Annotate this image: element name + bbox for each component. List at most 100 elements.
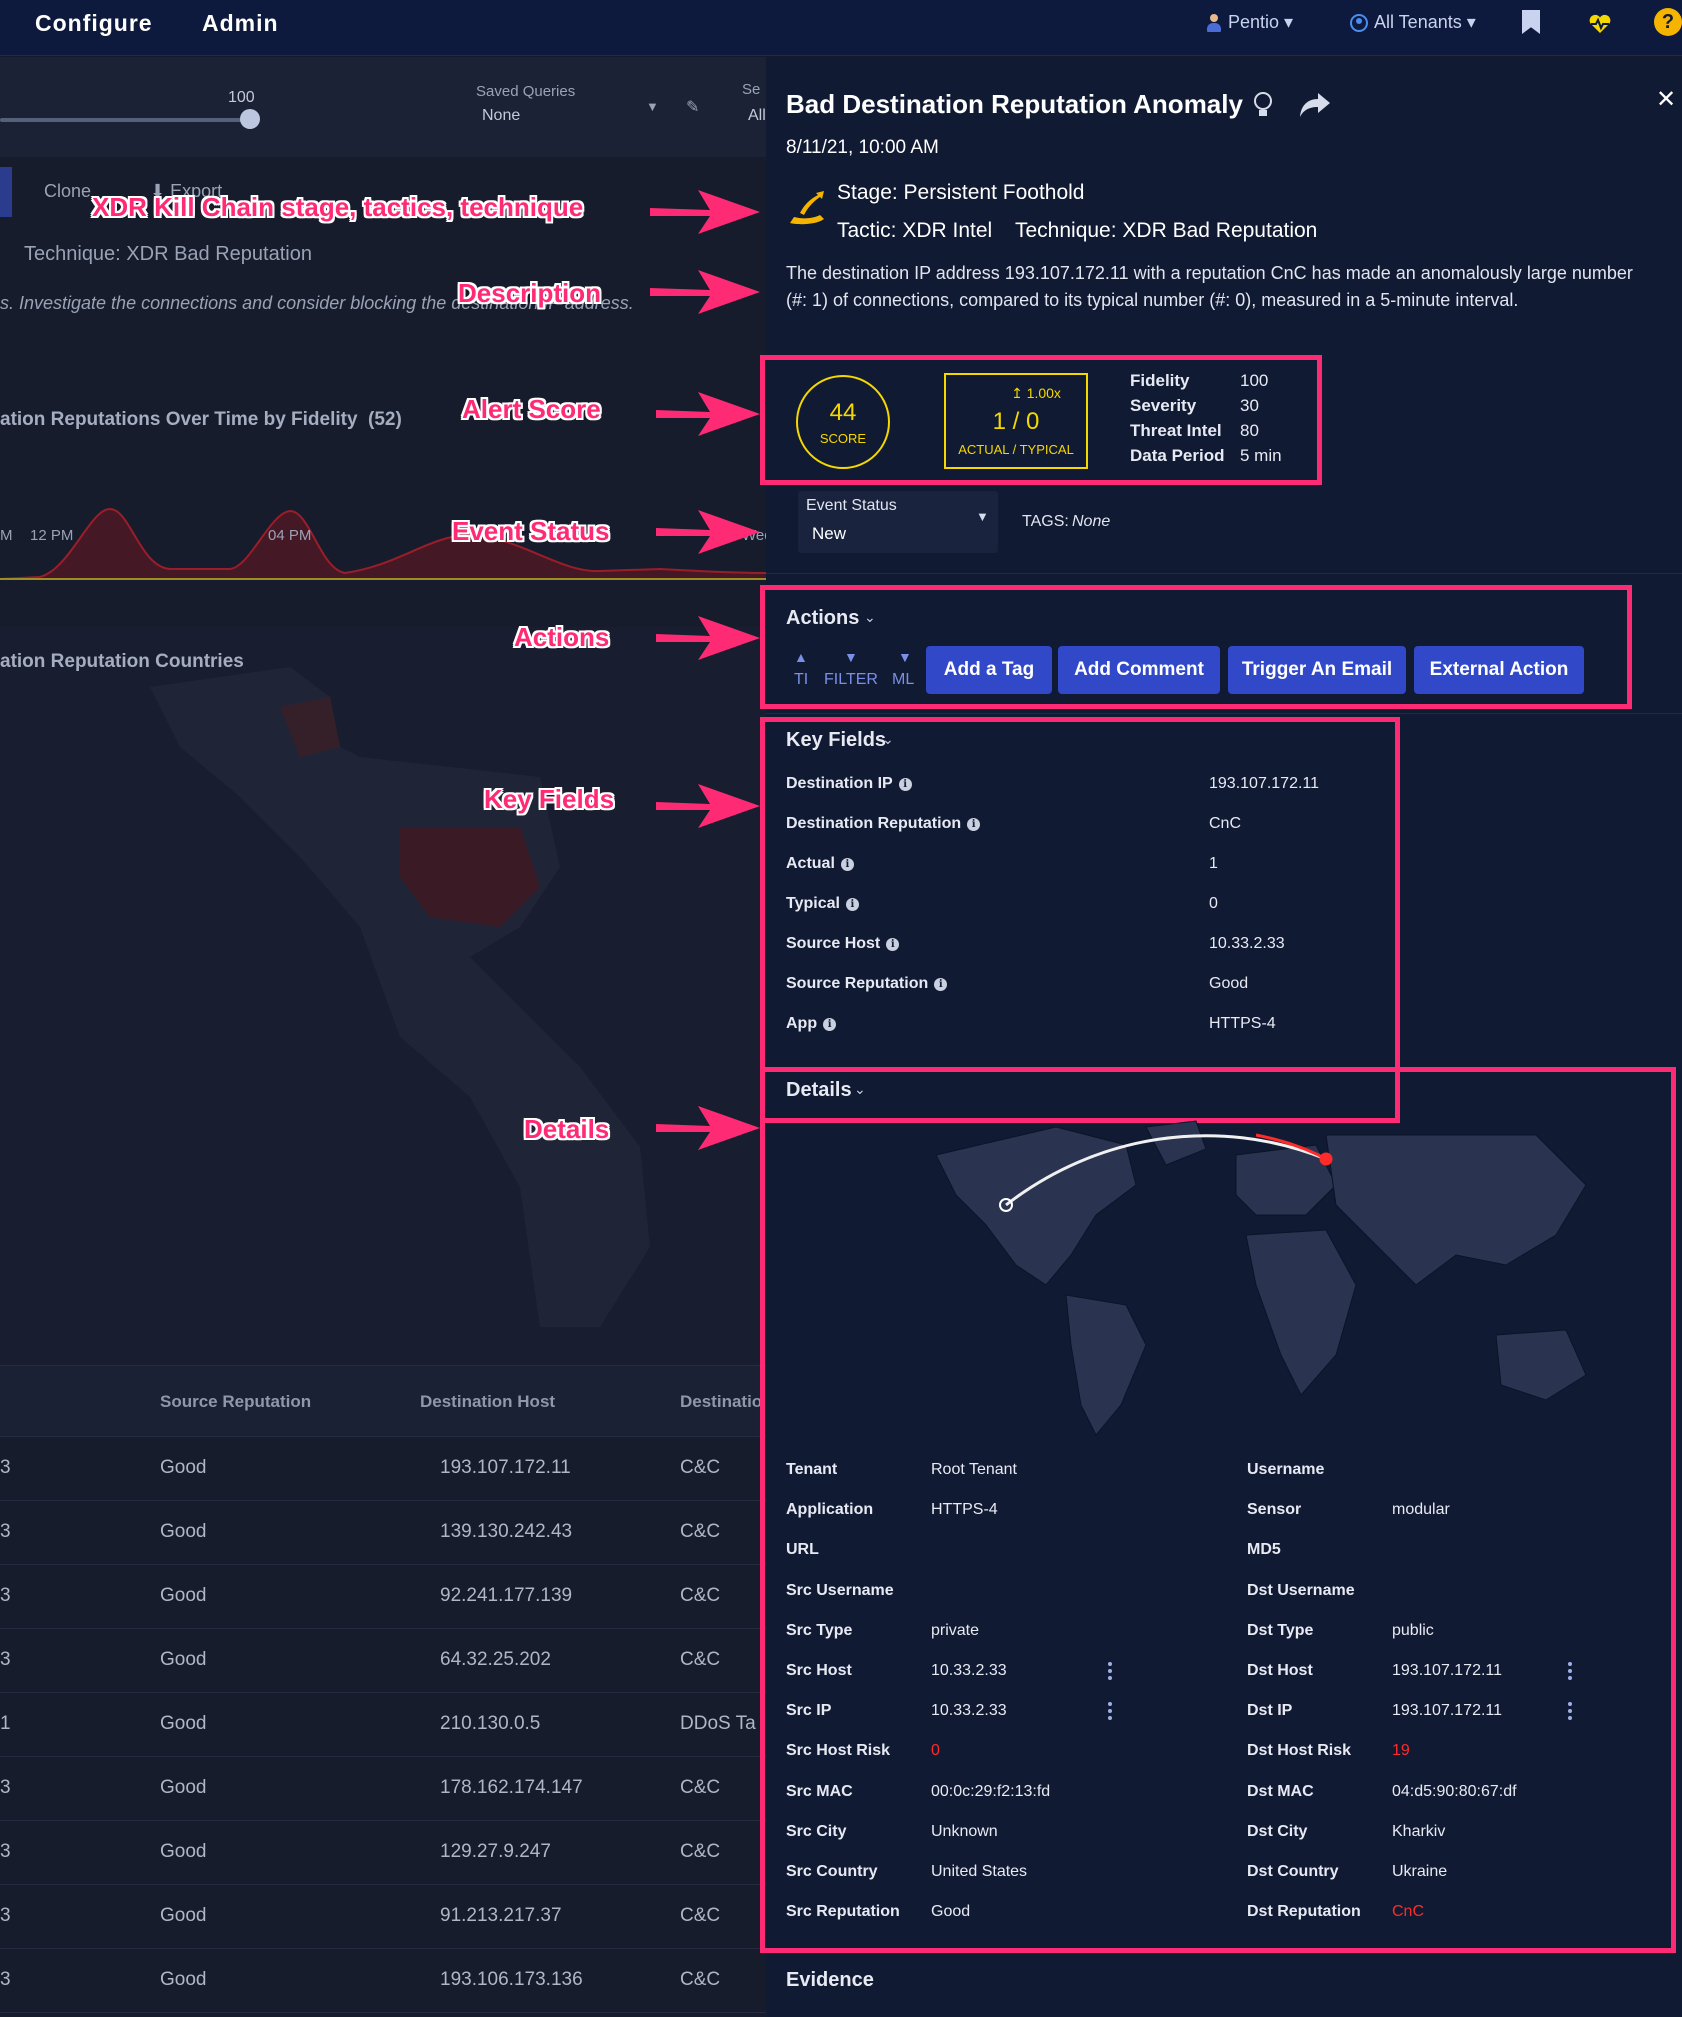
kill-chain-stage: Stage: Persistent Foothold xyxy=(837,181,1085,204)
nav-admin[interactable]: Admin xyxy=(202,10,279,37)
key-field-value: 193.107.172.11 xyxy=(1209,775,1320,792)
table-cell: 3 xyxy=(0,1521,11,1542)
tenant-menu-label: All Tenants ▾ xyxy=(1374,12,1476,32)
table-row[interactable]: 3 Good 139.130.242.43 C&C xyxy=(0,1501,766,1565)
key-field-label: Typical i xyxy=(786,895,859,913)
nav-configure[interactable]: Configure xyxy=(35,10,153,37)
saved-queries-select[interactable]: Saved Queries None ▼ xyxy=(466,77,666,157)
key-field-value: 0 xyxy=(1209,895,1218,912)
info-icon[interactable]: i xyxy=(934,978,948,991)
table-cell: 3 xyxy=(0,1905,11,1926)
chevron-down-icon[interactable]: ⌄ xyxy=(854,1081,866,1098)
edit-icon[interactable]: ✎ xyxy=(686,97,699,117)
key-fields-header[interactable]: Key Fields xyxy=(786,729,886,752)
actions-header[interactable]: Actions xyxy=(786,607,859,630)
details-header[interactable]: Details xyxy=(786,1079,852,1102)
table-row[interactable]: 3 Good 193.107.172.11 C&C xyxy=(0,1437,766,1501)
table-row[interactable]: 3 Good 129.27.9.247 C&C xyxy=(0,1821,766,1885)
tick-label: 12 PM xyxy=(30,527,74,544)
chevron-down-icon[interactable]: ⌄ xyxy=(864,609,876,626)
fidelity-slider-handle[interactable] xyxy=(240,109,260,129)
chevron-down-icon: ▼ xyxy=(646,99,659,114)
trigger-email-button[interactable]: Trigger An Email xyxy=(1228,646,1406,694)
table-row[interactable]: 3 Good 193.106.173.136 C&C xyxy=(0,1949,766,2013)
info-icon[interactable]: i xyxy=(898,778,912,791)
table-row[interactable]: 3 Good 92.241.177.139 C&C xyxy=(0,1565,766,1629)
alert-score-circle: 44 SCORE xyxy=(796,375,890,469)
key-field-label: App i xyxy=(786,1015,837,1033)
connection-world-map xyxy=(935,1120,1587,1436)
ml-action[interactable]: ML xyxy=(892,671,914,689)
chart-count: (52) xyxy=(368,409,402,430)
bookmark-icon[interactable] xyxy=(1522,10,1540,34)
info-icon[interactable]: i xyxy=(967,818,981,831)
column-header[interactable]: Source Reputation xyxy=(160,1392,311,1412)
table-row[interactable]: 3 Good 178.162.174.147 C&C xyxy=(0,1757,766,1821)
more-options-icon[interactable] xyxy=(1568,1662,1572,1680)
south-america xyxy=(1065,1294,1147,1436)
table-row[interactable]: 3 Good 91.213.217.37 C&C xyxy=(0,1885,766,1949)
detail-value: 0 xyxy=(931,1742,940,1760)
event-status-select[interactable]: Event Status New ▼ xyxy=(798,491,998,553)
clone-button[interactable]: Clone xyxy=(44,181,91,202)
table-cell: Good xyxy=(160,1585,207,1606)
detail-label: Src Host xyxy=(786,1662,852,1679)
external-action-button[interactable]: External Action xyxy=(1414,646,1584,694)
detail-value: Root Tenant xyxy=(931,1461,1017,1478)
info-icon[interactable]: i xyxy=(886,938,900,951)
event-status-label: Event Status xyxy=(806,497,897,514)
tenant-menu[interactable]: All Tenants ▾ xyxy=(1350,12,1476,33)
metric-label: Fidelity xyxy=(1130,371,1190,390)
primary-button-edge[interactable] xyxy=(0,167,12,217)
add-tag-button[interactable]: Add a Tag xyxy=(926,646,1052,694)
metric-label: Data Period xyxy=(1130,446,1225,465)
chart-title: ation Reputations Over Time by Fidelity xyxy=(0,409,358,430)
info-icon[interactable]: i xyxy=(823,1018,837,1031)
detail-value: HTTPS-4 xyxy=(931,1501,998,1519)
alert-score-label: SCORE xyxy=(819,431,867,446)
table-cell: 1 xyxy=(0,1713,11,1734)
key-field-label-text: Typical xyxy=(786,895,840,912)
ratio-label: ACTUAL / TYPICAL xyxy=(958,442,1074,457)
help-icon[interactable]: ? xyxy=(1654,8,1682,36)
share-icon[interactable] xyxy=(1298,91,1332,119)
table-cell: 3 xyxy=(0,1777,11,1798)
thumbs-up-icon[interactable]: ▲ xyxy=(794,649,808,665)
key-field-label-text: Destination Reputation xyxy=(786,815,962,832)
detail-label: Src MAC xyxy=(786,1782,853,1800)
lightbulb-icon[interactable] xyxy=(1252,91,1274,121)
health-heart-icon[interactable] xyxy=(1588,14,1612,34)
info-icon[interactable]: i xyxy=(845,898,859,911)
fidelity-slider-track[interactable] xyxy=(0,118,252,122)
ti-action[interactable]: TI xyxy=(794,671,808,689)
info-icon[interactable]: i xyxy=(840,858,854,871)
user-menu[interactable]: Pentio ▾ xyxy=(1206,12,1293,33)
annotation-actions: Actions xyxy=(514,622,610,652)
kill-chain-tactic: Tactic: XDR Intel xyxy=(837,219,993,242)
chevron-down-icon[interactable]: ⌄ xyxy=(882,731,894,748)
slider-value: 100 xyxy=(228,89,255,106)
add-comment-button[interactable]: Add Comment xyxy=(1058,646,1220,694)
select-value[interactable]: All xyxy=(748,107,766,125)
table-cell: C&C xyxy=(680,1457,721,1478)
technique-label: Technique: XDR Bad Reputation xyxy=(24,243,312,265)
close-icon[interactable]: ✕ xyxy=(1656,85,1676,114)
table-cell: C&C xyxy=(680,1905,721,1926)
more-options-icon[interactable] xyxy=(1108,1662,1112,1680)
more-options-icon[interactable] xyxy=(1108,1702,1112,1721)
table-cell: DDoS Ta xyxy=(680,1713,756,1734)
key-field-label-text: Source Host xyxy=(786,935,881,952)
evidence-header[interactable]: Evidence xyxy=(786,1969,874,1992)
filter-action[interactable]: FILTER xyxy=(824,671,878,689)
ratio-value: 1 / 0 xyxy=(992,408,1040,435)
table-row[interactable]: 1 Good 210.130.0.5 DDoS Ta xyxy=(0,1693,766,1757)
table-cell: 64.32.25.202 xyxy=(440,1649,551,1670)
column-header[interactable]: Destinatio xyxy=(680,1392,762,1412)
more-options-icon[interactable] xyxy=(1568,1702,1572,1721)
tick-label: 04 PM xyxy=(268,527,312,544)
table-row[interactable]: 3 Good 64.32.25.202 C&C xyxy=(0,1629,766,1693)
thumbs-down-icon[interactable]: ▼ xyxy=(898,649,912,665)
detail-label: Dst Country xyxy=(1247,1863,1339,1880)
filter-icon[interactable]: ▼ xyxy=(844,649,858,665)
column-header[interactable]: Destination Host xyxy=(420,1392,555,1412)
